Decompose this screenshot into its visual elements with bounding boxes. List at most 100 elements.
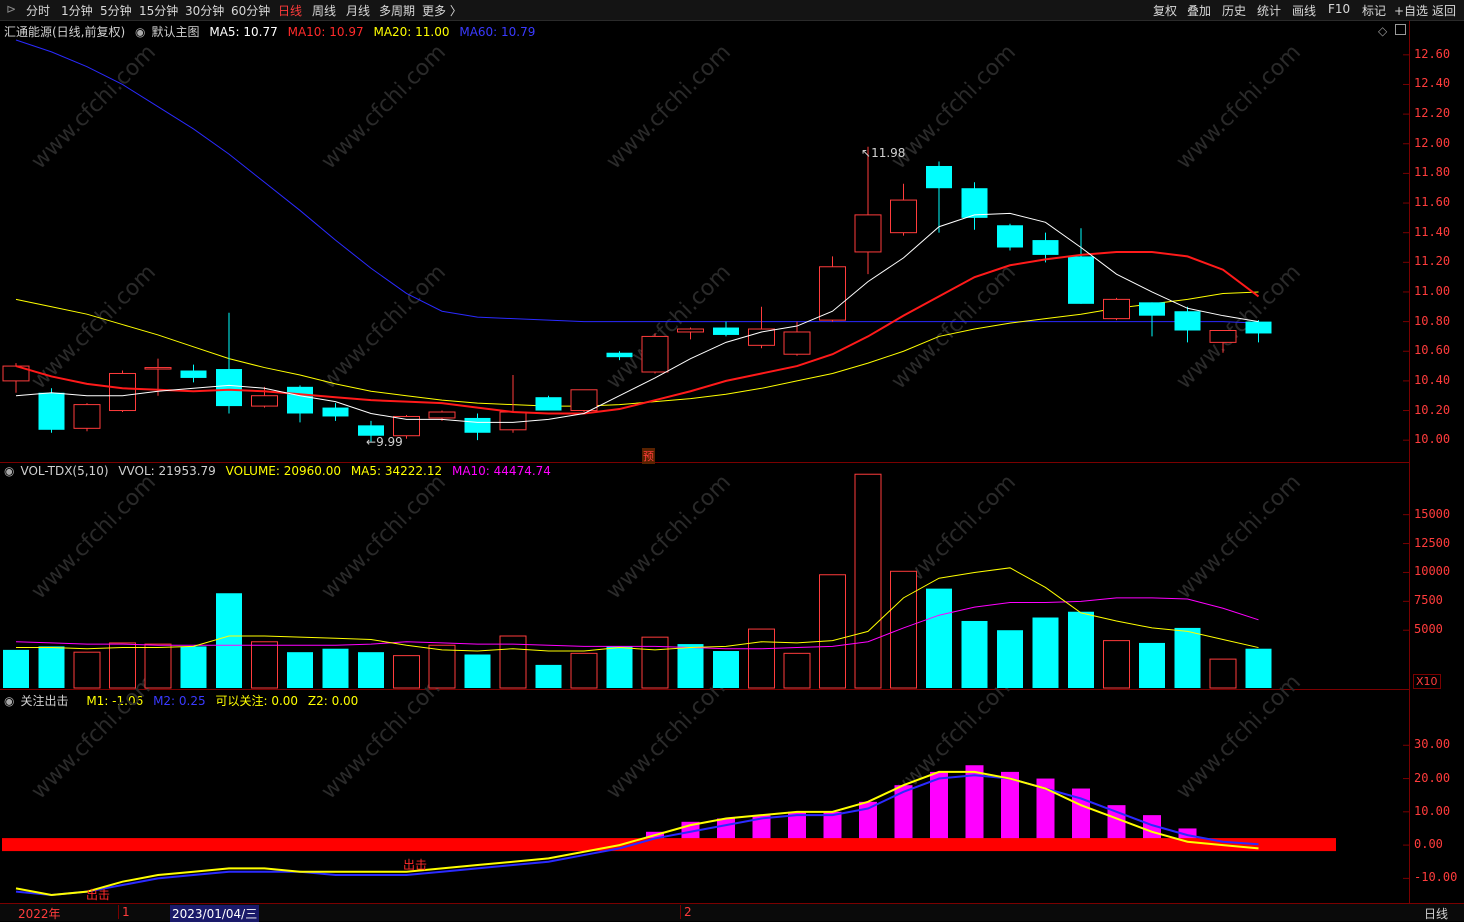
- candle-body: [499, 411, 527, 431]
- volume-bar: [854, 473, 882, 689]
- zero-band: [2, 838, 1336, 852]
- time-axis-bar[interactable]: 2022年 1 2023/01/04/三 2 日线: [0, 903, 1464, 922]
- candle-body: [926, 165, 952, 189]
- volume-bar: [1245, 648, 1272, 688]
- candle-body: [322, 407, 349, 417]
- volume-bar: [428, 644, 456, 689]
- volume-bar: [535, 664, 562, 688]
- volume-bar: [216, 593, 242, 688]
- volume-bar: [890, 570, 917, 689]
- price-tick-label: 10.80: [1414, 313, 1451, 328]
- candle-body: [73, 404, 101, 429]
- candle-body: [287, 386, 313, 414]
- candle-body: [144, 367, 172, 370]
- candle-body: [251, 395, 278, 407]
- volume-bar: [464, 654, 491, 688]
- price-tick-label: 10.60: [1414, 343, 1451, 358]
- month-label: 1: [118, 905, 130, 919]
- candle-body: [1209, 330, 1237, 343]
- candle-body: [1139, 302, 1165, 316]
- volume-bar: [819, 574, 846, 689]
- volume-bar: [1174, 627, 1201, 688]
- kline-chart-canvas[interactable]: www.cfchi.com www.cfchi.com www.cfchi.com w…: [0, 0, 1464, 920]
- volume-bar: [926, 588, 952, 688]
- volume-bar: [997, 630, 1023, 688]
- volume-bar: [109, 642, 136, 689]
- year-label: 2022年: [18, 907, 61, 921]
- low-price-value: 9.99: [376, 435, 403, 449]
- candle-body: [535, 397, 562, 411]
- price-tick-label: 12.00: [1414, 135, 1451, 150]
- candle-body: [38, 392, 65, 430]
- watermark: www.cfchi.com: [1172, 40, 1306, 174]
- candle-body: [783, 331, 811, 355]
- volume-bar: [287, 652, 313, 688]
- volume-bar: [144, 643, 172, 689]
- candle-body: [606, 352, 633, 358]
- candle-body: [997, 225, 1023, 248]
- volume-tick-label: 15000: [1414, 506, 1451, 521]
- candle-body: [180, 370, 207, 378]
- volume-bar: [606, 646, 633, 688]
- volume-bar: [713, 651, 739, 688]
- candle-body: [1174, 311, 1201, 331]
- price-tick-label: 11.60: [1414, 195, 1451, 210]
- watermark: www.cfchi.com: [602, 40, 736, 174]
- watermark: www.cfchi.com: [602, 260, 736, 394]
- signal-label: 出击: [86, 888, 111, 902]
- volume-bar: [1032, 617, 1059, 688]
- candle-body: [890, 199, 917, 234]
- watermark: www.cfchi.com: [887, 260, 1021, 394]
- volume-bar: [38, 646, 65, 688]
- cursor-date-label: 2023/01/04/三: [170, 905, 260, 922]
- volume-bar: [961, 620, 988, 688]
- watermark: www.cfchi.com: [317, 260, 451, 394]
- price-tick-label: 10.20: [1414, 402, 1451, 417]
- volume-bar: [1139, 642, 1165, 688]
- month-label: 2: [680, 905, 692, 919]
- low-price-label: ←9.99: [366, 435, 403, 449]
- price-tick-label: 11.00: [1414, 283, 1451, 298]
- volume-bar: [251, 641, 278, 689]
- volume-bar: [322, 648, 349, 688]
- price-tick-label: 12.60: [1414, 46, 1451, 61]
- candle-body: [748, 328, 775, 346]
- watermark: www.cfchi.com: [317, 470, 451, 604]
- volume-bar: [393, 655, 420, 689]
- watermark: www.cfchi.com: [1172, 670, 1306, 804]
- candle-body: [216, 369, 242, 407]
- volume-tick-label: 5000: [1414, 622, 1443, 637]
- indicator-bar: [965, 765, 984, 846]
- watermark: www.cfchi.com: [317, 40, 451, 174]
- indicator-tick-label: -10.00: [1414, 870, 1458, 885]
- high-price-value: 11.98: [871, 146, 906, 160]
- candle-body: [677, 328, 704, 333]
- candle-body: [1245, 321, 1272, 334]
- indicator-bar: [930, 771, 948, 846]
- candle-body: [961, 188, 988, 218]
- price-tick-label: 11.40: [1414, 224, 1451, 239]
- price-tick-label: 10.00: [1414, 432, 1451, 447]
- candle-body: [464, 417, 491, 433]
- period-label[interactable]: 日线: [1424, 905, 1448, 922]
- volume-unit-badge: X10: [1413, 674, 1441, 689]
- watermark: www.cfchi.com: [317, 670, 451, 804]
- price-tick-label: 10.40: [1414, 372, 1451, 387]
- volume-bar: [1068, 611, 1094, 688]
- watermark: www.cfchi.com: [602, 670, 736, 804]
- volume-bar: [677, 644, 704, 688]
- candle-body: [713, 327, 739, 335]
- candle-body: [1103, 298, 1130, 320]
- indicator-tick-label: 10.00: [1414, 803, 1451, 818]
- forecast-marker[interactable]: 预: [642, 448, 655, 464]
- price-tick-label: 12.20: [1414, 106, 1451, 121]
- price-tick-label: 12.40: [1414, 76, 1451, 91]
- volume-bar: [783, 652, 811, 689]
- candle-body: [570, 389, 598, 412]
- signal-label: 出击: [403, 858, 428, 872]
- candle-body: [1068, 256, 1094, 304]
- volume-bar: [73, 651, 101, 689]
- indicator-tick-label: 0.00: [1414, 837, 1443, 852]
- candle-body: [109, 372, 136, 412]
- volume-bar: [1209, 658, 1237, 689]
